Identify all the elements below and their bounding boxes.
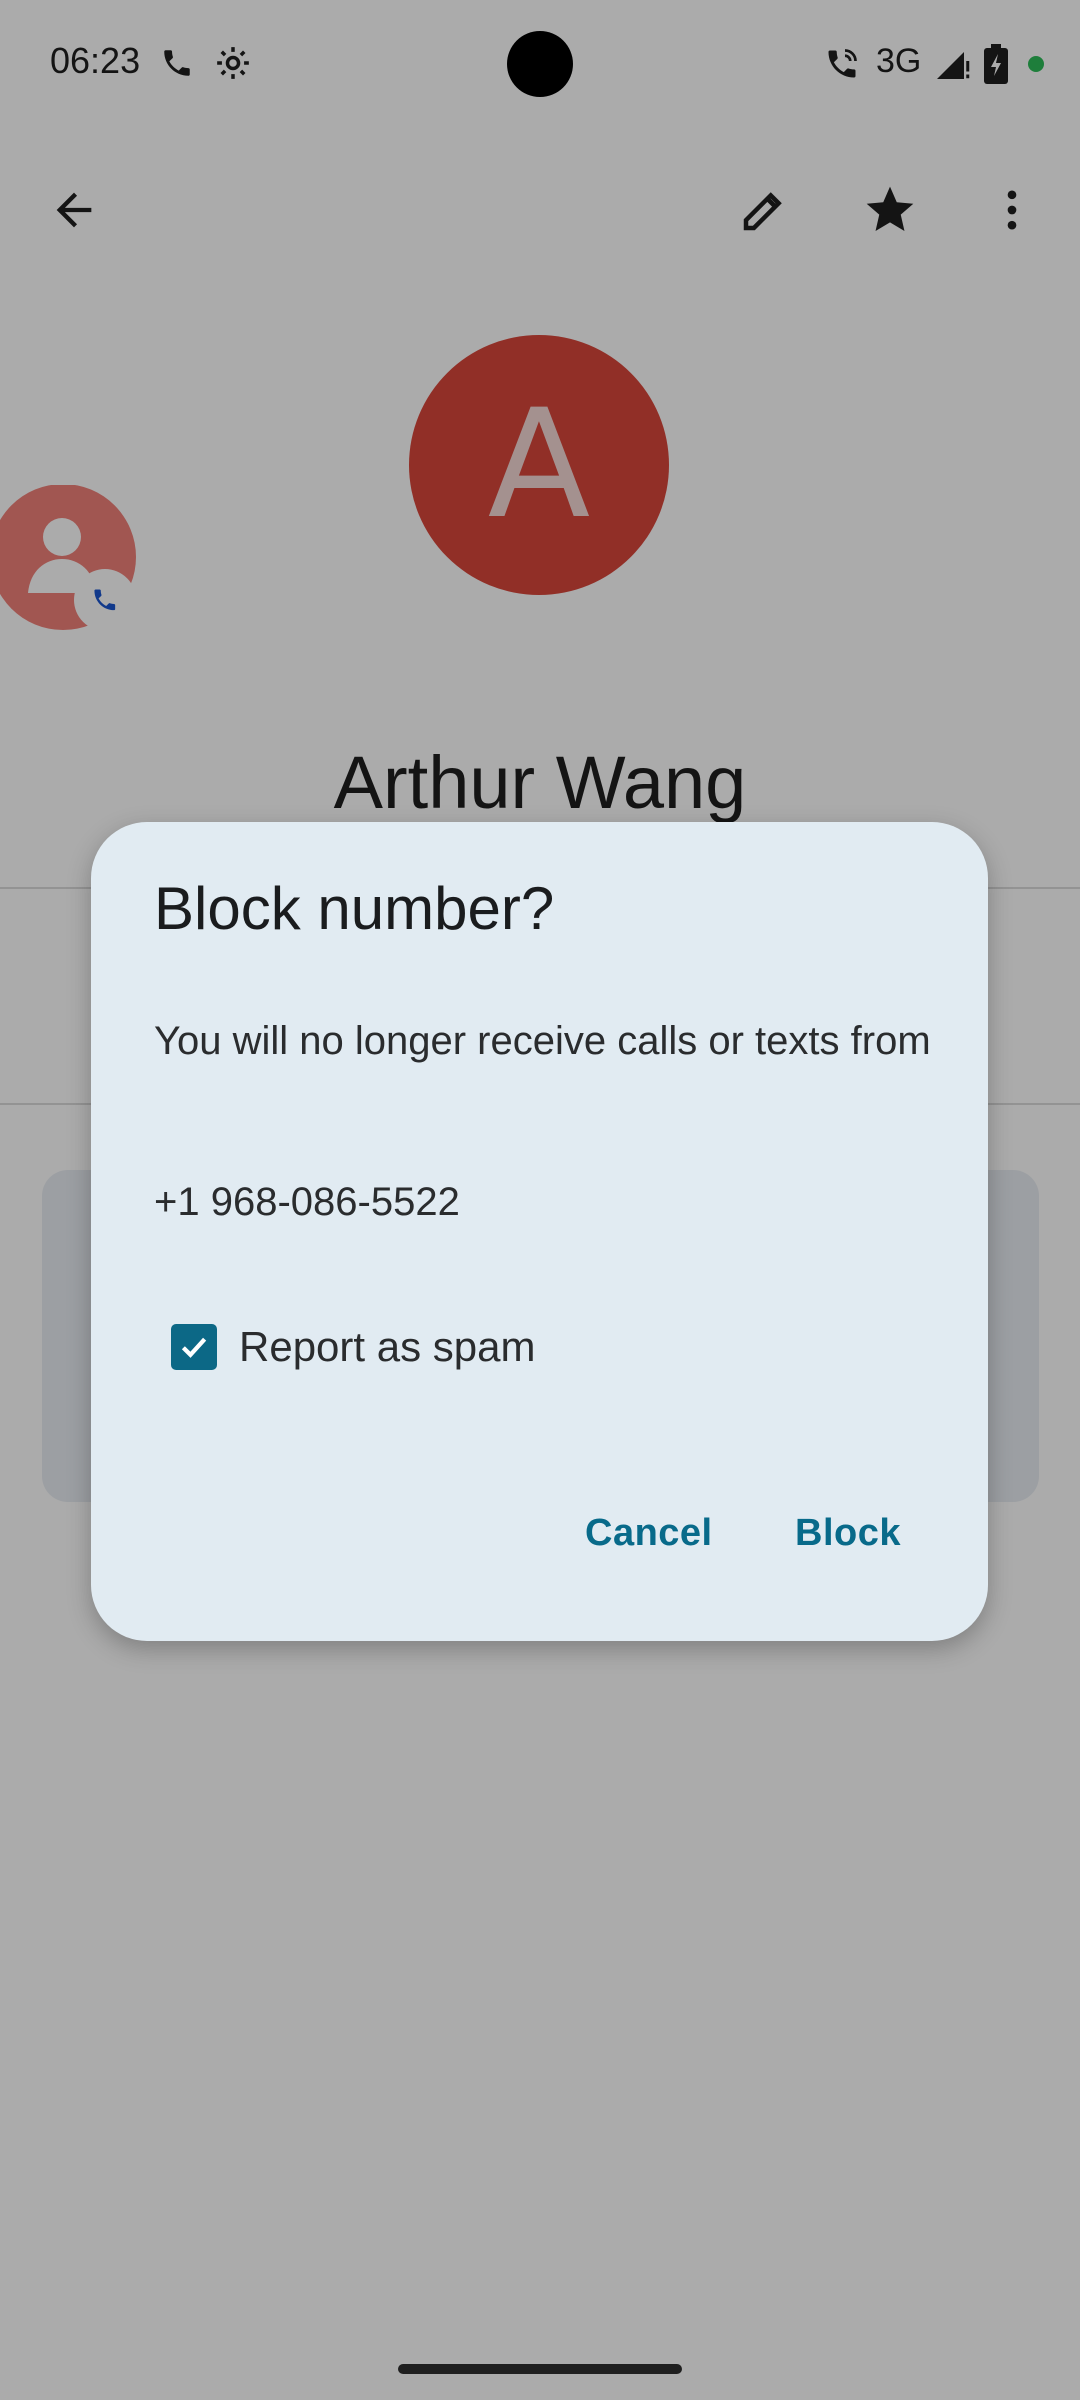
block-number-dialog: Block number? You will no longer receive… <box>91 822 988 1641</box>
report-spam-row[interactable]: Report as spam <box>171 1312 535 1382</box>
cancel-button[interactable]: Cancel <box>585 1512 713 1555</box>
dialog-title: Block number? <box>154 875 555 942</box>
report-spam-checkbox[interactable] <box>171 1324 217 1370</box>
report-spam-label: Report as spam <box>239 1323 536 1370</box>
checkmark-icon <box>181 1337 207 1358</box>
home-indicator[interactable] <box>398 2364 682 2374</box>
block-button[interactable]: Block <box>795 1512 901 1555</box>
blocked-phone-number: +1 968-086-5522 <box>154 1180 460 1224</box>
dialog-message: You will no longer receive calls or text… <box>154 1019 931 1063</box>
contact-detail-screen: 06:23 3G A Arthur Wang Block number? You… <box>0 0 1080 2400</box>
